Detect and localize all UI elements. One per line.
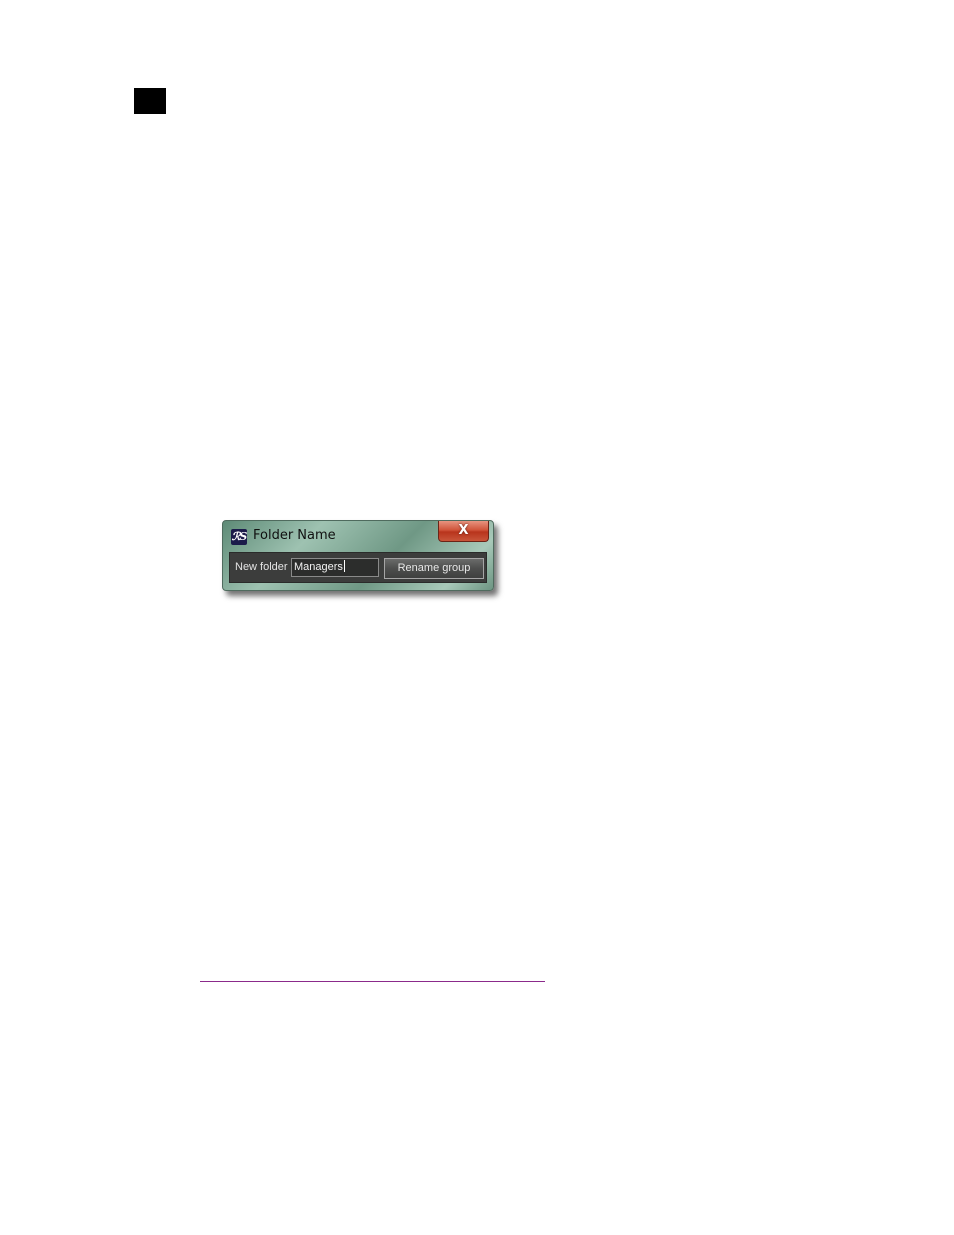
folder-name-input[interactable]: Managers: [291, 558, 379, 577]
dialog-title: Folder Name: [253, 528, 336, 543]
dialog-body: New folder Managers Rename group: [229, 552, 487, 583]
page-edge-tab: [134, 88, 166, 114]
close-button[interactable]: X: [438, 521, 489, 542]
text-caret: [343, 560, 345, 572]
folder-name-value: Managers: [294, 561, 343, 573]
rename-group-button[interactable]: Rename group: [384, 558, 484, 579]
app-logo-icon: ℛS: [231, 529, 247, 545]
folder-name-dialog: ℛS Folder Name X New folder Managers Ren…: [222, 520, 494, 591]
footnote-rule: [200, 981, 545, 982]
dialog-title-bar[interactable]: ℛS Folder Name X: [223, 521, 493, 551]
new-folder-label: New folder: [235, 561, 288, 573]
